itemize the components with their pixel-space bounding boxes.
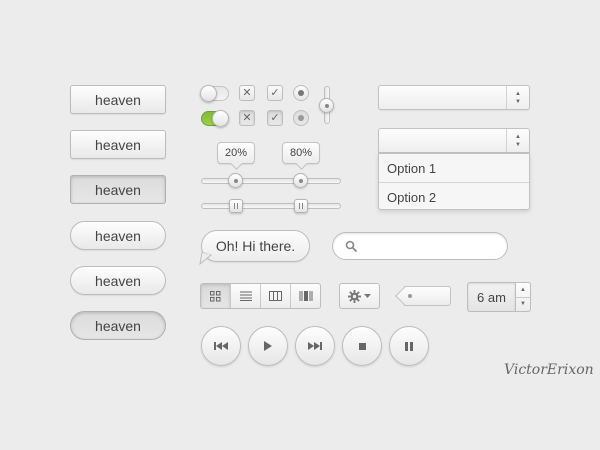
play-icon xyxy=(264,341,272,351)
dropdown-option-2[interactable]: Option 2 xyxy=(379,182,529,211)
slider-tooltip-low: 20% xyxy=(217,142,255,164)
check-checkbox-active[interactable]: ✓ xyxy=(267,110,283,126)
speech-bubble-tail xyxy=(199,252,212,266)
signature: VictorErixon xyxy=(504,362,594,378)
grid-view-button[interactable] xyxy=(201,284,231,308)
decrement-icon[interactable]: ▼ xyxy=(516,296,530,312)
list-view-icon xyxy=(239,291,252,301)
heaven-pill-button-2[interactable]: heaven xyxy=(70,266,166,295)
radio-button-active[interactable] xyxy=(293,110,309,126)
time-stepper[interactable]: 6 am ▲ ▼ xyxy=(467,282,531,312)
gear-icon xyxy=(348,289,361,303)
slider-tooltip-high: 80% xyxy=(282,142,320,164)
coverflow-view-icon xyxy=(299,291,312,301)
vertical-slider[interactable] xyxy=(319,86,334,124)
columns-view-icon xyxy=(269,291,282,301)
select-box[interactable]: ▲ ▼ xyxy=(378,85,530,110)
toggle-knob xyxy=(212,110,229,127)
toggle-switch-on[interactable] xyxy=(201,110,229,127)
range-slider-alt-thumb-high[interactable] xyxy=(294,199,308,213)
grid-view-icon xyxy=(210,290,221,301)
check-checkbox[interactable]: ✓ xyxy=(267,85,283,101)
time-stepper-value[interactable]: 6 am xyxy=(467,282,516,312)
search-icon xyxy=(345,240,357,252)
vertical-slider-thumb[interactable] xyxy=(319,98,334,113)
range-slider[interactable] xyxy=(201,178,341,184)
speech-bubble: Oh! Hi there. xyxy=(201,230,310,262)
stop-icon xyxy=(358,342,366,350)
x-checkbox[interactable]: ✕ xyxy=(239,85,255,101)
speech-bubble-text: Oh! Hi there. xyxy=(215,238,296,254)
previous-icon xyxy=(214,342,228,350)
search-field[interactable] xyxy=(332,232,508,260)
dropdown-menu: Option 1 Option 2 xyxy=(378,153,530,210)
toggle-knob xyxy=(200,85,217,102)
check-icon: ✓ xyxy=(270,86,280,99)
pause-button[interactable] xyxy=(389,326,429,366)
search-input[interactable] xyxy=(363,237,507,255)
previous-button[interactable] xyxy=(201,326,241,366)
heaven-button-3[interactable]: heaven xyxy=(70,175,166,204)
radio-button[interactable] xyxy=(293,85,309,101)
chevron-down-icon xyxy=(364,293,371,298)
range-slider-alt-thumb-low[interactable] xyxy=(229,199,243,213)
next-icon xyxy=(308,342,322,350)
coverflow-view-button[interactable] xyxy=(291,284,320,308)
range-slider-thumb-high[interactable] xyxy=(293,173,308,188)
increment-icon[interactable]: ▲ xyxy=(516,283,530,297)
x-checkbox-active[interactable]: ✕ xyxy=(239,110,255,126)
tag-hole xyxy=(408,294,412,298)
pause-icon xyxy=(405,341,413,351)
x-icon: ✕ xyxy=(242,86,252,99)
heaven-button-1[interactable]: heaven xyxy=(70,85,166,114)
tag-label[interactable] xyxy=(404,286,451,306)
time-stepper-arrows: ▲ ▼ xyxy=(516,282,531,312)
x-icon: ✕ xyxy=(242,111,252,124)
play-button[interactable] xyxy=(248,326,288,366)
updown-arrows-icon: ▲ ▼ xyxy=(506,129,529,152)
range-slider-alt[interactable] xyxy=(201,203,341,209)
heaven-pill-button-3[interactable]: heaven xyxy=(70,311,166,340)
stop-button[interactable] xyxy=(342,326,382,366)
range-slider-thumb-low[interactable] xyxy=(228,173,243,188)
toggle-switch-off[interactable] xyxy=(200,85,229,102)
next-button[interactable] xyxy=(295,326,335,366)
columns-view-button[interactable] xyxy=(261,284,291,308)
heaven-button-2[interactable]: heaven xyxy=(70,130,166,159)
updown-arrows-icon: ▲ ▼ xyxy=(506,86,529,109)
check-icon: ✓ xyxy=(270,111,280,124)
heaven-pill-button-1[interactable]: heaven xyxy=(70,221,166,250)
radio-dot xyxy=(298,90,304,96)
dropdown-option-1[interactable]: Option 1 xyxy=(379,154,529,182)
radio-dot xyxy=(298,115,304,121)
select-box-open[interactable]: ▲ ▼ xyxy=(378,128,530,153)
view-switcher xyxy=(200,283,321,309)
list-view-button[interactable] xyxy=(231,284,261,308)
settings-dropdown-button[interactable] xyxy=(339,283,380,309)
